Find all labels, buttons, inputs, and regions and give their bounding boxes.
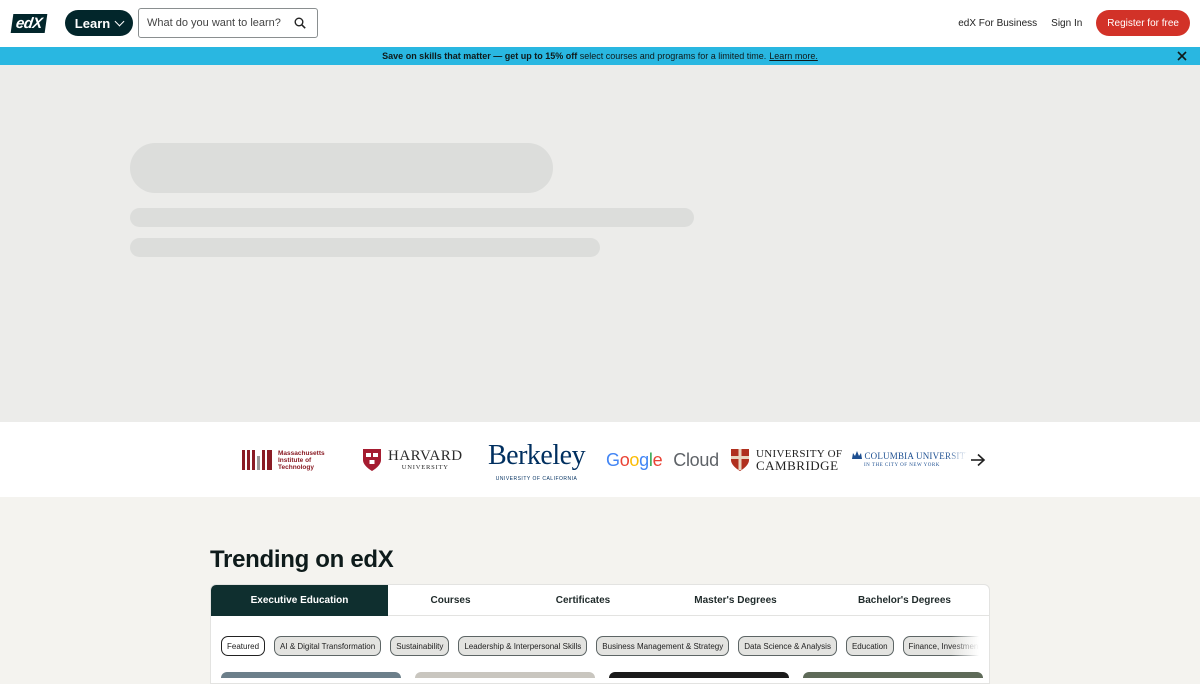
- skeleton-line-placeholder: [130, 238, 600, 257]
- google-letter: e: [652, 449, 663, 470]
- chip-featured[interactable]: Featured: [221, 636, 266, 656]
- berkeley-logo[interactable]: Berkeley UNIVERSITY OF CALIFORNIA: [488, 440, 586, 483]
- learn-menu-button[interactable]: Learn: [65, 10, 133, 36]
- chips-fade-overlay: [951, 630, 989, 660]
- google-letter: g: [639, 449, 649, 470]
- columbia-sub: IN THE CITY OF NEW YORK: [864, 462, 940, 468]
- columbia-logo[interactable]: COLUMBIA UNIVERSITY IN THE CITY OF NEW Y…: [852, 445, 972, 475]
- sign-in-link[interactable]: Sign In: [1051, 18, 1082, 29]
- mit-line: Massachusetts: [278, 449, 325, 457]
- chip-business-management[interactable]: Business Management & Strategy: [596, 636, 730, 656]
- topic-chips: Featured AI & Digital Transformation Sus…: [221, 636, 989, 656]
- close-icon[interactable]: [1176, 50, 1188, 62]
- trending-tabs: Executive Education Courses Certificates…: [211, 585, 989, 616]
- promo-text: select courses and programs for a limite…: [577, 51, 767, 61]
- promo-learn-more-link[interactable]: Learn more.: [769, 51, 818, 61]
- cambridge-logo[interactable]: UNIVERSITY OF CAMBRIDGE: [730, 445, 842, 475]
- search-input[interactable]: [139, 10, 284, 36]
- mit-logo[interactable]: Massachusetts Institute of Technology: [242, 445, 325, 475]
- chip-leadership[interactable]: Leadership & Interpersonal Skills: [458, 636, 588, 656]
- hero-skeleton: [0, 65, 1200, 422]
- learn-label: Learn: [74, 15, 111, 31]
- google-letter: o: [629, 449, 640, 470]
- crown-icon: [852, 450, 862, 459]
- course-card-image[interactable]: [609, 672, 789, 678]
- partner-logos-strip: Massachusetts Institute of Technology HA…: [0, 422, 1200, 497]
- google-letter: o: [619, 449, 630, 470]
- header-nav: edX For Business Sign In Register for fr…: [958, 10, 1190, 36]
- google-cloud-logo[interactable]: Google Cloud: [606, 445, 719, 475]
- chip-sustainability[interactable]: Sustainability: [390, 636, 450, 656]
- chip-education[interactable]: Education: [845, 636, 894, 656]
- arrow-right-icon: [971, 453, 986, 467]
- tab-bachelors-degrees[interactable]: Bachelor's Degrees: [818, 585, 989, 616]
- promo-bold-text: Save on skills that matter — get up to 1…: [382, 51, 578, 61]
- chip-ai-digital-transformation[interactable]: AI & Digital Transformation: [274, 636, 382, 656]
- register-button[interactable]: Register for free: [1096, 10, 1190, 36]
- harvard-logo[interactable]: HARVARD UNIVERSITY: [362, 445, 463, 475]
- site-header: edX Learn edX For Business Sign In Regis…: [0, 0, 1200, 47]
- course-card-image[interactable]: [803, 672, 983, 678]
- berkeley-sub: UNIVERSITY OF CALIFORNIA: [495, 476, 578, 482]
- mit-line: Institute of: [278, 456, 312, 464]
- chevron-down-icon: [114, 16, 125, 26]
- course-card-image[interactable]: [415, 672, 595, 678]
- search-icon[interactable]: [294, 17, 306, 29]
- cambridge-shield-icon: [731, 449, 749, 471]
- search-box: [138, 8, 318, 38]
- course-card-image[interactable]: [221, 672, 401, 678]
- chip-data-science[interactable]: Data Science & Analysis: [738, 636, 837, 656]
- mit-mark-icon: [242, 450, 272, 470]
- cambridge-line2: CAMBRIDGE: [756, 458, 839, 473]
- harvard-sub: UNIVERSITY: [401, 464, 449, 471]
- skeleton-title-placeholder: [130, 143, 553, 193]
- harvard-name: HARVARD: [388, 448, 463, 464]
- edx-logo[interactable]: edX: [10, 12, 48, 34]
- mit-line: Technology: [278, 463, 314, 471]
- trending-heading: Trending on edX: [210, 546, 394, 573]
- berkeley-name: Berkeley: [488, 440, 586, 471]
- promo-banner: Save on skills that matter — get up to 1…: [0, 47, 1200, 65]
- trending-panel: Executive Education Courses Certificates…: [210, 584, 990, 684]
- google-cloud-text: Cloud: [673, 449, 719, 470]
- course-cards-row: [221, 672, 983, 678]
- tab-masters-degrees[interactable]: Master's Degrees: [653, 585, 818, 616]
- partners-next-button[interactable]: [964, 446, 992, 474]
- columbia-name: COLUMBIA UNIVERSITY: [864, 450, 973, 461]
- tab-executive-education[interactable]: Executive Education: [211, 585, 388, 616]
- tab-certificates[interactable]: Certificates: [513, 585, 653, 616]
- edx-for-business-link[interactable]: edX For Business: [958, 18, 1037, 29]
- google-letter: G: [606, 449, 620, 470]
- skeleton-line-placeholder: [130, 208, 694, 227]
- harvard-shield-icon: [363, 449, 381, 471]
- tab-courses[interactable]: Courses: [388, 585, 513, 616]
- logo-text: edX: [10, 13, 48, 33]
